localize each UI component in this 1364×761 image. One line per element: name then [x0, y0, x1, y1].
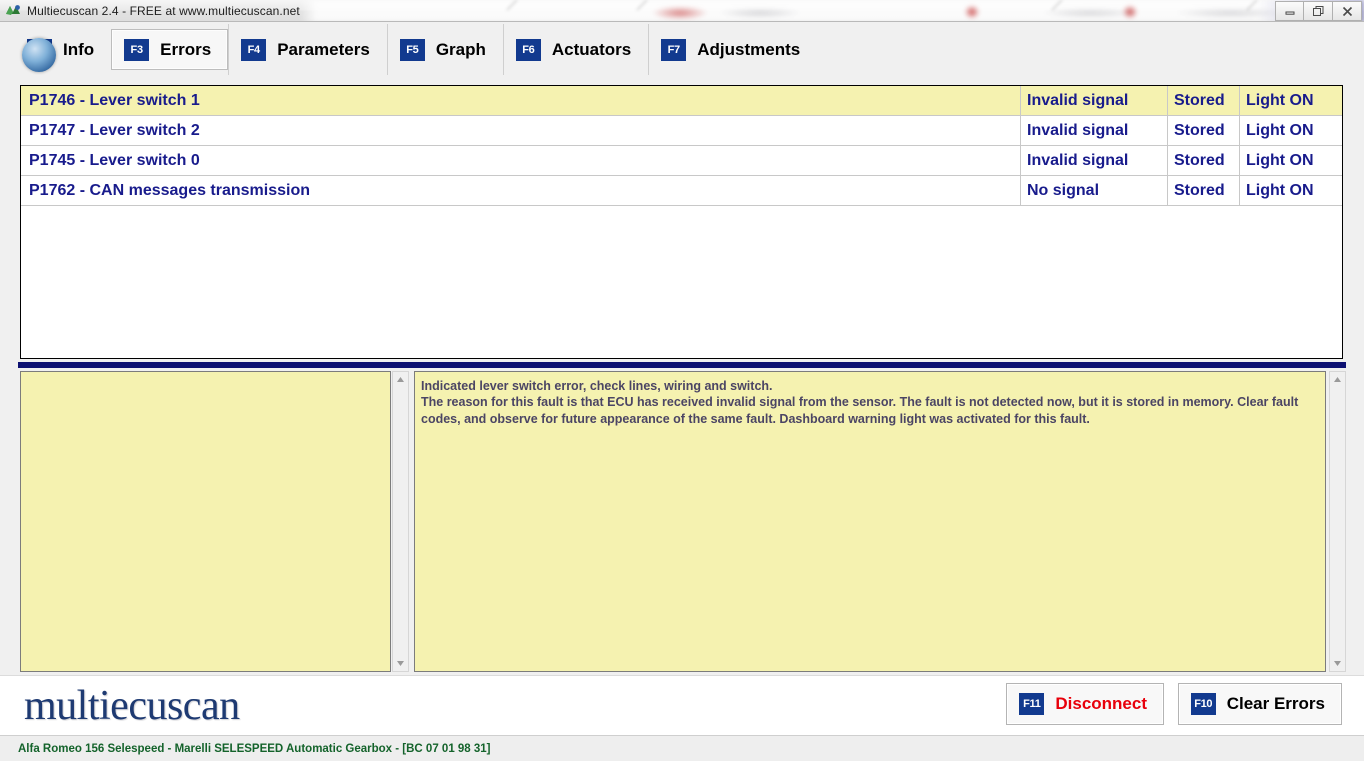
- error-stored-cell: Stored: [1168, 176, 1240, 205]
- background-window-blur: [300, 0, 1364, 21]
- tab-graph-label: Graph: [435, 39, 486, 59]
- tab-actuators-label: Actuators: [551, 39, 632, 59]
- freeze-frame-panel[interactable]: [20, 371, 391, 672]
- error-light-cell: Light ON: [1246, 121, 1314, 139]
- fault-description-text: Indicated lever switch error, check line…: [421, 379, 1299, 426]
- window-title-text: Multiecuscan 2.4 - FREE at www.multiecus…: [27, 3, 300, 18]
- tab-graph[interactable]: F5 Graph: [386, 24, 503, 75]
- table-row[interactable]: P1745 - Lever switch 0 Invalid signal St…: [21, 146, 1342, 176]
- error-light-cell: Light ON: [1246, 91, 1314, 109]
- clear-errors-button-label: Clear Errors: [1226, 694, 1325, 713]
- tab-errors[interactable]: F3 Errors: [111, 29, 229, 70]
- error-stored-cell: Stored: [1168, 86, 1240, 115]
- tab-info-label: Info: [63, 39, 95, 59]
- fault-description-panel[interactable]: Indicated lever switch error, check line…: [414, 371, 1326, 672]
- error-state-cell: Invalid signal: [1021, 146, 1168, 175]
- error-state-cell: No signal: [1021, 176, 1168, 205]
- multiecuscan-logo-icon: [5, 3, 21, 19]
- fault-description-scrollbar[interactable]: [1329, 371, 1346, 672]
- tab-adjustments[interactable]: F7 Adjustments: [648, 24, 817, 75]
- error-stored-cell: Stored: [1168, 146, 1240, 175]
- fkey-badge-f5: F5: [399, 38, 425, 61]
- taskbar-start-orb[interactable]: [22, 38, 56, 72]
- error-code-cell: P1762 - CAN messages transmission: [21, 176, 1021, 205]
- error-code-cell: P1745 - Lever switch 0: [21, 146, 1021, 175]
- fkey-badge-f11: F11: [1019, 693, 1045, 715]
- window-controls[interactable]: [1275, 1, 1362, 21]
- scroll-up-arrow-icon[interactable]: [393, 372, 408, 387]
- fkey-badge-f3: F3: [124, 38, 150, 61]
- freeze-frame-scrollbar[interactable]: [392, 371, 409, 672]
- error-code-table[interactable]: P1746 - Lever switch 1 Invalid signal St…: [20, 85, 1343, 359]
- tab-actuators[interactable]: F6 Actuators: [502, 24, 648, 75]
- scroll-down-arrow-icon[interactable]: [393, 656, 408, 671]
- disconnect-button-label: Disconnect: [1055, 694, 1147, 713]
- scroll-up-arrow-icon[interactable]: [1330, 372, 1345, 387]
- close-icon[interactable]: [1333, 1, 1362, 21]
- minimize-icon[interactable]: [1275, 1, 1304, 21]
- error-state-cell: Invalid signal: [1021, 116, 1168, 145]
- tab-parameters[interactable]: F4 Parameters: [228, 24, 387, 75]
- status-bar-text: Alfa Romeo 156 Selespeed - Marelli SELES…: [18, 742, 491, 755]
- tab-errors-label: Errors: [160, 39, 212, 59]
- footer-bar: multiecuscan F11 Disconnect F10 Clear Er…: [0, 675, 1364, 735]
- fkey-badge-f7: F7: [661, 38, 687, 61]
- fkey-badge-f6: F6: [515, 38, 541, 61]
- multiecuscan-wordmark: multiecuscan: [24, 683, 240, 729]
- table-empty-area: [21, 206, 1342, 358]
- fkey-badge-f10: F10: [1190, 693, 1216, 715]
- error-state-cell: Invalid signal: [1021, 86, 1168, 115]
- tab-adjustments-label: Adjustments: [697, 39, 801, 59]
- error-code-cell: P1747 - Lever switch 2: [21, 116, 1021, 145]
- background-window-tabs-blur: [300, 0, 1364, 10]
- error-code-cell: P1746 - Lever switch 1: [21, 86, 1021, 115]
- main-tab-bar[interactable]: F2 Info F3 Errors F4 Parameters F5 Graph…: [0, 22, 1364, 77]
- section-divider: [18, 362, 1346, 368]
- window-title-bar[interactable]: Multiecuscan 2.4 - FREE at www.multiecus…: [0, 0, 1364, 22]
- table-row[interactable]: P1762 - CAN messages transmission No sig…: [21, 176, 1342, 206]
- table-row[interactable]: P1747 - Lever switch 2 Invalid signal St…: [21, 116, 1342, 146]
- application-window: F2 Info F3 Errors F4 Parameters F5 Graph…: [0, 22, 1364, 761]
- error-light-cell: Light ON: [1246, 181, 1314, 199]
- table-row[interactable]: P1746 - Lever switch 1 Invalid signal St…: [21, 86, 1342, 116]
- error-light-cell: Light ON: [1246, 151, 1314, 169]
- clear-errors-button[interactable]: F10 Clear Errors: [1177, 683, 1342, 725]
- error-stored-cell: Stored: [1168, 116, 1240, 145]
- fkey-badge-f4: F4: [241, 38, 267, 61]
- disconnect-button[interactable]: F11 Disconnect: [1006, 683, 1164, 725]
- scroll-down-arrow-icon[interactable]: [1330, 656, 1345, 671]
- restore-icon[interactable]: [1304, 1, 1333, 21]
- tab-parameters-label: Parameters: [277, 39, 370, 59]
